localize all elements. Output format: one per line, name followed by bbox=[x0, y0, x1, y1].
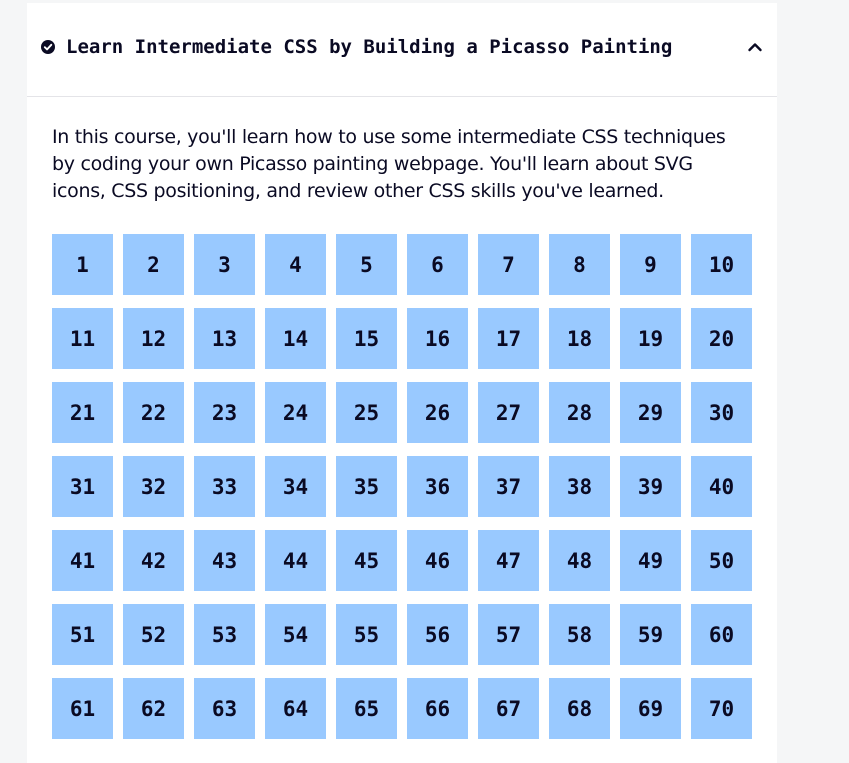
step-button[interactable]: 56 bbox=[407, 604, 468, 665]
step-button[interactable]: 11 bbox=[52, 308, 113, 369]
step-button[interactable]: 66 bbox=[407, 678, 468, 739]
step-button[interactable]: 29 bbox=[620, 382, 681, 443]
step-button[interactable]: 8 bbox=[549, 234, 610, 295]
step-button[interactable]: 17 bbox=[478, 308, 539, 369]
step-button[interactable]: 20 bbox=[691, 308, 752, 369]
step-button[interactable]: 70 bbox=[691, 678, 752, 739]
step-button[interactable]: 3 bbox=[194, 234, 255, 295]
step-button[interactable]: 12 bbox=[123, 308, 184, 369]
step-button[interactable]: 4 bbox=[265, 234, 326, 295]
step-button[interactable]: 25 bbox=[336, 382, 397, 443]
step-button[interactable]: 35 bbox=[336, 456, 397, 517]
course-title: Learn Intermediate CSS by Building a Pic… bbox=[66, 36, 673, 58]
step-button[interactable]: 2 bbox=[123, 234, 184, 295]
step-button[interactable]: 34 bbox=[265, 456, 326, 517]
step-button[interactable]: 1 bbox=[52, 234, 113, 295]
step-button[interactable]: 68 bbox=[549, 678, 610, 739]
step-button[interactable]: 38 bbox=[549, 456, 610, 517]
step-button[interactable]: 39 bbox=[620, 456, 681, 517]
step-button[interactable]: 54 bbox=[265, 604, 326, 665]
step-button[interactable]: 45 bbox=[336, 530, 397, 591]
step-button[interactable]: 57 bbox=[478, 604, 539, 665]
step-button[interactable]: 52 bbox=[123, 604, 184, 665]
step-button[interactable]: 24 bbox=[265, 382, 326, 443]
step-button[interactable]: 30 bbox=[691, 382, 752, 443]
course-description: In this course, you'll learn how to use … bbox=[52, 126, 726, 202]
step-button[interactable]: 40 bbox=[691, 456, 752, 517]
step-button[interactable]: 9 bbox=[620, 234, 681, 295]
check-circle-icon bbox=[41, 40, 55, 54]
step-button[interactable]: 61 bbox=[52, 678, 113, 739]
course-card: Learn Intermediate CSS by Building a Pic… bbox=[27, 3, 777, 763]
step-button[interactable]: 48 bbox=[549, 530, 610, 591]
step-button[interactable]: 16 bbox=[407, 308, 468, 369]
course-header[interactable]: Learn Intermediate CSS by Building a Pic… bbox=[27, 3, 777, 97]
step-button[interactable]: 19 bbox=[620, 308, 681, 369]
step-button[interactable]: 21 bbox=[52, 382, 113, 443]
step-button[interactable]: 6 bbox=[407, 234, 468, 295]
step-button[interactable]: 46 bbox=[407, 530, 468, 591]
step-button[interactable]: 36 bbox=[407, 456, 468, 517]
step-button[interactable]: 23 bbox=[194, 382, 255, 443]
step-button[interactable]: 65 bbox=[336, 678, 397, 739]
step-button[interactable]: 50 bbox=[691, 530, 752, 591]
step-grid: 1 2 3 4 5 6 7 8 9 10 11 12 13 14 15 16 17 18 19 20 21 22 23 24 2… bbox=[52, 234, 752, 739]
step-button[interactable]: 41 bbox=[52, 530, 113, 591]
step-button[interactable]: 15 bbox=[336, 308, 397, 369]
step-button[interactable]: 60 bbox=[691, 604, 752, 665]
step-button[interactable]: 32 bbox=[123, 456, 184, 517]
step-button[interactable]: 42 bbox=[123, 530, 184, 591]
step-button[interactable]: 33 bbox=[194, 456, 255, 517]
step-button[interactable]: 53 bbox=[194, 604, 255, 665]
step-button[interactable]: 27 bbox=[478, 382, 539, 443]
step-button[interactable]: 62 bbox=[123, 678, 184, 739]
step-button[interactable]: 10 bbox=[691, 234, 752, 295]
chevron-up-icon[interactable] bbox=[747, 41, 763, 53]
step-button[interactable]: 14 bbox=[265, 308, 326, 369]
step-button[interactable]: 37 bbox=[478, 456, 539, 517]
step-button[interactable]: 22 bbox=[123, 382, 184, 443]
step-button[interactable]: 47 bbox=[478, 530, 539, 591]
step-button[interactable]: 64 bbox=[265, 678, 326, 739]
step-button[interactable]: 5 bbox=[336, 234, 397, 295]
step-button[interactable]: 49 bbox=[620, 530, 681, 591]
step-button[interactable]: 44 bbox=[265, 530, 326, 591]
step-button[interactable]: 26 bbox=[407, 382, 468, 443]
step-button[interactable]: 55 bbox=[336, 604, 397, 665]
step-button[interactable]: 63 bbox=[194, 678, 255, 739]
step-button[interactable]: 69 bbox=[620, 678, 681, 739]
step-button[interactable]: 43 bbox=[194, 530, 255, 591]
step-button[interactable]: 51 bbox=[52, 604, 113, 665]
step-button[interactable]: 18 bbox=[549, 308, 610, 369]
step-button[interactable]: 59 bbox=[620, 604, 681, 665]
step-button[interactable]: 67 bbox=[478, 678, 539, 739]
step-button[interactable]: 7 bbox=[478, 234, 539, 295]
step-button[interactable]: 13 bbox=[194, 308, 255, 369]
step-button[interactable]: 28 bbox=[549, 382, 610, 443]
step-button[interactable]: 31 bbox=[52, 456, 113, 517]
step-button[interactable]: 58 bbox=[549, 604, 610, 665]
